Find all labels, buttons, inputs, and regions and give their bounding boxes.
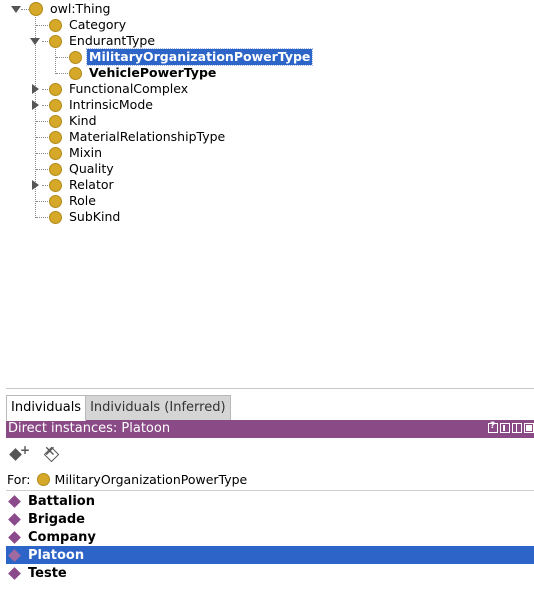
cross-icon: ✕ bbox=[44, 444, 56, 460]
for-prefix: For: bbox=[7, 471, 31, 487]
view-controls bbox=[488, 421, 534, 433]
tree-node-mixin[interactable]: Mixin bbox=[49, 145, 104, 161]
delete-individual-button[interactable]: ✕ bbox=[40, 444, 64, 466]
class-icon bbox=[36, 472, 50, 486]
expand-toggle-icon[interactable] bbox=[30, 38, 40, 45]
tree-guide-line bbox=[55, 49, 56, 74]
tab-individuals-inferred[interactable]: Individuals (Inferred) bbox=[85, 395, 231, 421]
tree-guide-line bbox=[56, 73, 70, 74]
individuals-toolbar: + ✕ bbox=[6, 443, 64, 466]
individual-icon bbox=[8, 530, 21, 544]
split-view-icon[interactable] bbox=[512, 423, 522, 433]
add-individual-button[interactable]: + bbox=[6, 443, 31, 466]
tab-strip: Individuals Individuals (Inferred) bbox=[6, 395, 231, 421]
for-class-name: MilitaryOrganizationPowerType bbox=[54, 471, 248, 487]
tree-node-functional-complex[interactable]: FunctionalComplex bbox=[49, 81, 190, 97]
collapse-toggle-icon[interactable] bbox=[32, 180, 39, 190]
tree-node-label: MilitaryOrganizationPowerType bbox=[85, 48, 314, 66]
tree-node-label: IntrinsicMode bbox=[69, 97, 153, 112]
tree-guide-line bbox=[21, 9, 29, 10]
tree-node-label: Role bbox=[69, 193, 96, 208]
close-view-icon[interactable] bbox=[524, 423, 534, 433]
collapse-toggle-icon[interactable] bbox=[32, 100, 39, 110]
tree-node-label: Quality bbox=[69, 161, 114, 176]
tree-node-label: Mixin bbox=[69, 145, 103, 160]
tree-node-kind[interactable]: Kind bbox=[49, 113, 99, 129]
class-icon bbox=[29, 2, 43, 16]
for-class-line: For: MilitaryOrganizationPowerType bbox=[7, 471, 247, 487]
tree-guide-line bbox=[36, 137, 50, 138]
class-icon bbox=[49, 162, 62, 176]
class-icon bbox=[49, 210, 62, 224]
individual-icon bbox=[8, 548, 21, 562]
tree-node-endurant-type[interactable]: EndurantType bbox=[49, 33, 157, 49]
individual-icon bbox=[8, 566, 21, 580]
tree-node-military-organization-power-type[interactable]: MilitaryOrganizationPowerType bbox=[69, 48, 314, 66]
view-header: Direct instances: Platoon bbox=[6, 420, 534, 438]
tree-guide-line bbox=[36, 169, 50, 170]
class-icon bbox=[69, 50, 82, 64]
class-icon bbox=[49, 18, 62, 32]
tab-individuals[interactable]: Individuals bbox=[6, 395, 87, 421]
tree-node-role[interactable]: Role bbox=[49, 193, 98, 209]
pin-view-icon[interactable] bbox=[500, 423, 510, 433]
class-icon bbox=[49, 98, 62, 112]
class-icon bbox=[69, 66, 82, 80]
tree-node-label: FunctionalComplex bbox=[69, 81, 189, 96]
tree-node-subkind[interactable]: SubKind bbox=[49, 209, 122, 225]
list-item-teste[interactable]: Teste bbox=[6, 564, 534, 582]
list-item-label: Brigade bbox=[28, 511, 85, 527]
tree-guide-line bbox=[36, 25, 50, 26]
tree-node-label: MaterialRelationshipType bbox=[69, 129, 226, 144]
panel-divider bbox=[6, 388, 534, 389]
tree-node-label: Relator bbox=[69, 177, 114, 192]
list-item-brigade[interactable]: Brigade bbox=[6, 510, 534, 528]
class-icon bbox=[49, 114, 62, 128]
tree-node-label: Category bbox=[69, 17, 127, 32]
expand-toggle-icon[interactable] bbox=[11, 6, 21, 13]
list-item-platoon[interactable]: Platoon bbox=[6, 546, 534, 564]
tree-node-vehicle-power-type[interactable]: VehiclePowerType bbox=[69, 65, 218, 81]
plus-icon: + bbox=[20, 443, 31, 457]
tree-node-material-relationship-type[interactable]: MaterialRelationshipType bbox=[49, 129, 227, 145]
tree-node-quality[interactable]: Quality bbox=[49, 161, 116, 177]
class-icon bbox=[49, 82, 62, 96]
tree-node-owl-thing[interactable]: owl:Thing bbox=[29, 1, 112, 17]
list-item-battalion[interactable]: Battalion bbox=[6, 492, 534, 510]
class-icon bbox=[49, 194, 62, 208]
tree-node-label: owl:Thing bbox=[50, 1, 111, 16]
tree-node-category[interactable]: Category bbox=[49, 17, 128, 33]
individuals-list[interactable]: Battalion Brigade Company Platoon Teste bbox=[6, 492, 534, 582]
individual-icon bbox=[8, 512, 21, 526]
tree-node-relator[interactable]: Relator bbox=[49, 177, 116, 193]
view-title: Direct instances: Platoon bbox=[8, 421, 171, 436]
tree-node-label: Kind bbox=[69, 113, 97, 128]
list-item-label: Platoon bbox=[28, 547, 85, 563]
list-item-company[interactable]: Company bbox=[6, 528, 534, 546]
tree-node-intrinsic-mode[interactable]: IntrinsicMode bbox=[49, 97, 155, 113]
list-divider bbox=[6, 490, 534, 491]
class-icon bbox=[49, 178, 62, 192]
list-item-label: Battalion bbox=[28, 493, 95, 509]
class-icon bbox=[49, 130, 62, 144]
tree-guide-line bbox=[36, 153, 50, 154]
class-icon bbox=[49, 34, 62, 48]
tree-guide-line bbox=[56, 57, 70, 58]
help-icon[interactable] bbox=[488, 421, 498, 433]
tree-guide-line bbox=[36, 121, 50, 122]
class-hierarchy-tree[interactable]: owl:Thing Category EndurantType Military… bbox=[0, 0, 534, 388]
tree-node-label: SubKind bbox=[69, 209, 121, 224]
tree-node-label: EndurantType bbox=[69, 33, 156, 48]
class-icon bbox=[49, 146, 62, 160]
list-item-label: Teste bbox=[28, 565, 67, 581]
individual-icon bbox=[8, 494, 21, 508]
tree-guide-line bbox=[36, 201, 50, 202]
tree-node-label: VehiclePowerType bbox=[89, 65, 217, 80]
collapse-toggle-icon[interactable] bbox=[32, 84, 39, 94]
list-item-label: Company bbox=[28, 529, 96, 545]
tree-guide-line bbox=[36, 217, 50, 218]
